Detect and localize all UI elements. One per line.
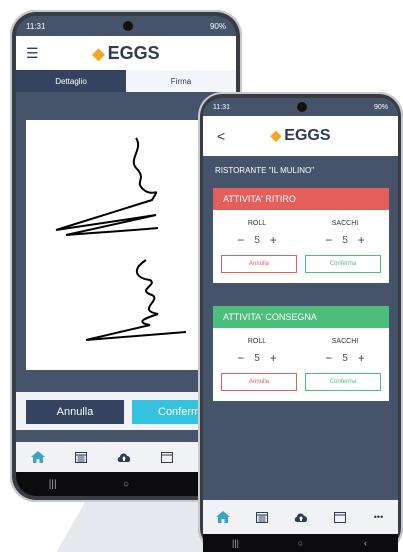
calendar-outline-icon[interactable] bbox=[145, 451, 188, 463]
minus-button[interactable]: − bbox=[325, 233, 332, 247]
cancel-button[interactable]: Annulla bbox=[221, 373, 297, 391]
sacchi-value: 5 bbox=[342, 352, 348, 364]
tab-dettaglio[interactable]: Dettaglio bbox=[16, 70, 126, 92]
card-consegna: ATTIVITA' CONSEGNA ROLL −5 + SACCHI −5 + A… bbox=[213, 306, 389, 401]
egg-icon: ◆ bbox=[92, 45, 105, 63]
back-button[interactable]: ‹ bbox=[333, 538, 398, 548]
signature-pad[interactable] bbox=[26, 120, 226, 370]
status-battery: 90% bbox=[209, 21, 226, 31]
sacchi-label: SACCHI bbox=[331, 338, 359, 345]
home-button[interactable]: ○ bbox=[89, 479, 162, 490]
plus-button[interactable]: + bbox=[358, 233, 365, 247]
roll-value: 5 bbox=[254, 234, 260, 246]
front-phone-screen: 11:31 90% < ◆ EGGS RISTORANTE "IL MULINO"… bbox=[203, 98, 398, 552]
bottom-nav: ••• bbox=[203, 500, 398, 534]
home-icon[interactable] bbox=[16, 451, 59, 463]
tab-firma[interactable]: Firma bbox=[126, 70, 236, 92]
plus-button[interactable]: + bbox=[270, 233, 277, 247]
confirm-button[interactable]: Conferma bbox=[305, 255, 381, 273]
signature-drawing bbox=[55, 137, 187, 341]
sacchi-column: SACCHI −5 + bbox=[301, 338, 389, 365]
minus-button[interactable]: − bbox=[325, 351, 332, 365]
calendar-icon[interactable] bbox=[59, 451, 102, 463]
camera-icon bbox=[121, 20, 134, 32]
card-title: ATTIVITA' CONSEGNA bbox=[213, 306, 389, 328]
sacchi-value: 5 bbox=[342, 234, 348, 246]
home-icon[interactable] bbox=[203, 511, 242, 523]
status-battery: 90% bbox=[373, 103, 388, 111]
brand-logo: ◆ EGGS bbox=[270, 127, 331, 144]
roll-value: 5 bbox=[254, 352, 260, 364]
roll-label: ROLL bbox=[247, 338, 267, 345]
app-bar: < ◆ EGGS bbox=[203, 116, 398, 156]
minus-button[interactable]: − bbox=[237, 351, 244, 365]
status-bar: 11:31 90% bbox=[16, 16, 236, 36]
cancel-button[interactable]: Annulla bbox=[221, 255, 297, 273]
minus-button[interactable]: − bbox=[237, 233, 244, 247]
recent-apps-button[interactable]: ||| bbox=[203, 538, 268, 548]
status-time: 11:31 bbox=[213, 103, 230, 111]
roll-column: ROLL −5 + bbox=[213, 220, 301, 247]
restaurant-name: RISTORANTE "IL MULINO" bbox=[215, 166, 315, 175]
camera-icon bbox=[295, 101, 308, 113]
calendar-outline-icon[interactable] bbox=[320, 511, 359, 523]
cancel-button[interactable]: Annulla bbox=[26, 400, 124, 424]
recent-apps-button[interactable]: ||| bbox=[16, 479, 89, 490]
sacchi-column: SACCHI −5 + bbox=[301, 220, 389, 247]
card-ritiro: ATTIVITA' RITIRO ROLL −5 + SACCHI −5 + Ann… bbox=[213, 188, 389, 283]
card-title: ATTIVITA' RITIRO bbox=[213, 188, 389, 210]
sacchi-label: SACCHI bbox=[331, 220, 359, 227]
more-icon[interactable]: ••• bbox=[359, 512, 398, 522]
home-button[interactable]: ○ bbox=[268, 538, 333, 548]
confirm-button[interactable]: Conferma bbox=[305, 373, 381, 391]
roll-column: ROLL −5 + bbox=[213, 338, 301, 365]
cloud-upload-icon[interactable] bbox=[281, 512, 320, 522]
status-time: 11:31 bbox=[26, 21, 46, 31]
roll-label: ROLL bbox=[247, 220, 267, 227]
status-bar: 11:31 90% bbox=[203, 98, 398, 116]
egg-icon: ◆ bbox=[270, 127, 282, 143]
calendar-icon[interactable] bbox=[242, 511, 281, 523]
system-nav-bar: ||| ○ ‹ bbox=[203, 534, 398, 552]
brand-logo: ◆ EGGS bbox=[92, 42, 160, 63]
tab-bar: Dettaglio Firma bbox=[16, 70, 236, 92]
plus-button[interactable]: + bbox=[358, 351, 365, 365]
front-phone: 11:31 90% < ◆ EGGS RISTORANTE "IL MULINO"… bbox=[198, 92, 403, 552]
app-bar: ☰ ◆ EGGS bbox=[16, 36, 236, 70]
plus-button[interactable]: + bbox=[270, 351, 277, 365]
cloud-upload-icon[interactable] bbox=[102, 452, 145, 462]
